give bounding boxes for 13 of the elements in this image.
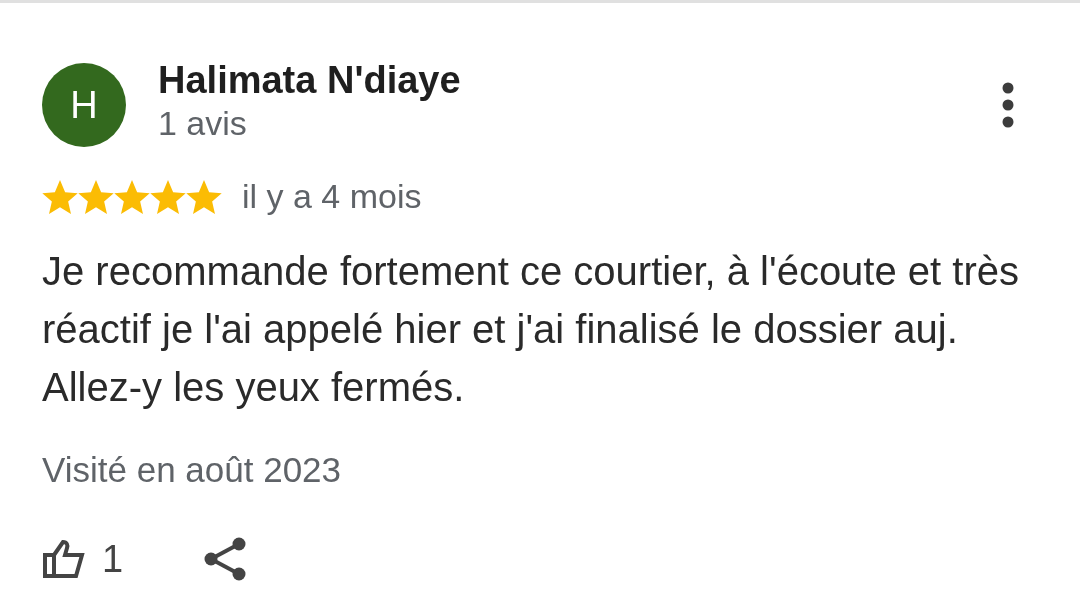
reviewer-name[interactable]: Halimata N'diaye — [158, 59, 461, 102]
review-time: il y a 4 mois — [242, 177, 422, 216]
review-text: Je recommande fortement ce courtier, à l'écoute et très réactif je l'ai appelé hier et j'ai finalisé le dossier auj. Allez-y les yeux fermés. — [42, 248, 1020, 411]
like-button[interactable]: 1 — [42, 537, 124, 581]
star-icon — [78, 179, 114, 214]
star-icon — [114, 179, 150, 214]
star-icon — [150, 179, 186, 214]
avatar[interactable]: H — [42, 63, 126, 147]
visit-date: Visité en août 2023 — [42, 450, 342, 490]
review-count: 1 avis — [158, 104, 247, 143]
star-icon — [42, 179, 78, 214]
star-icon — [186, 179, 222, 214]
share-button[interactable] — [203, 536, 248, 582]
